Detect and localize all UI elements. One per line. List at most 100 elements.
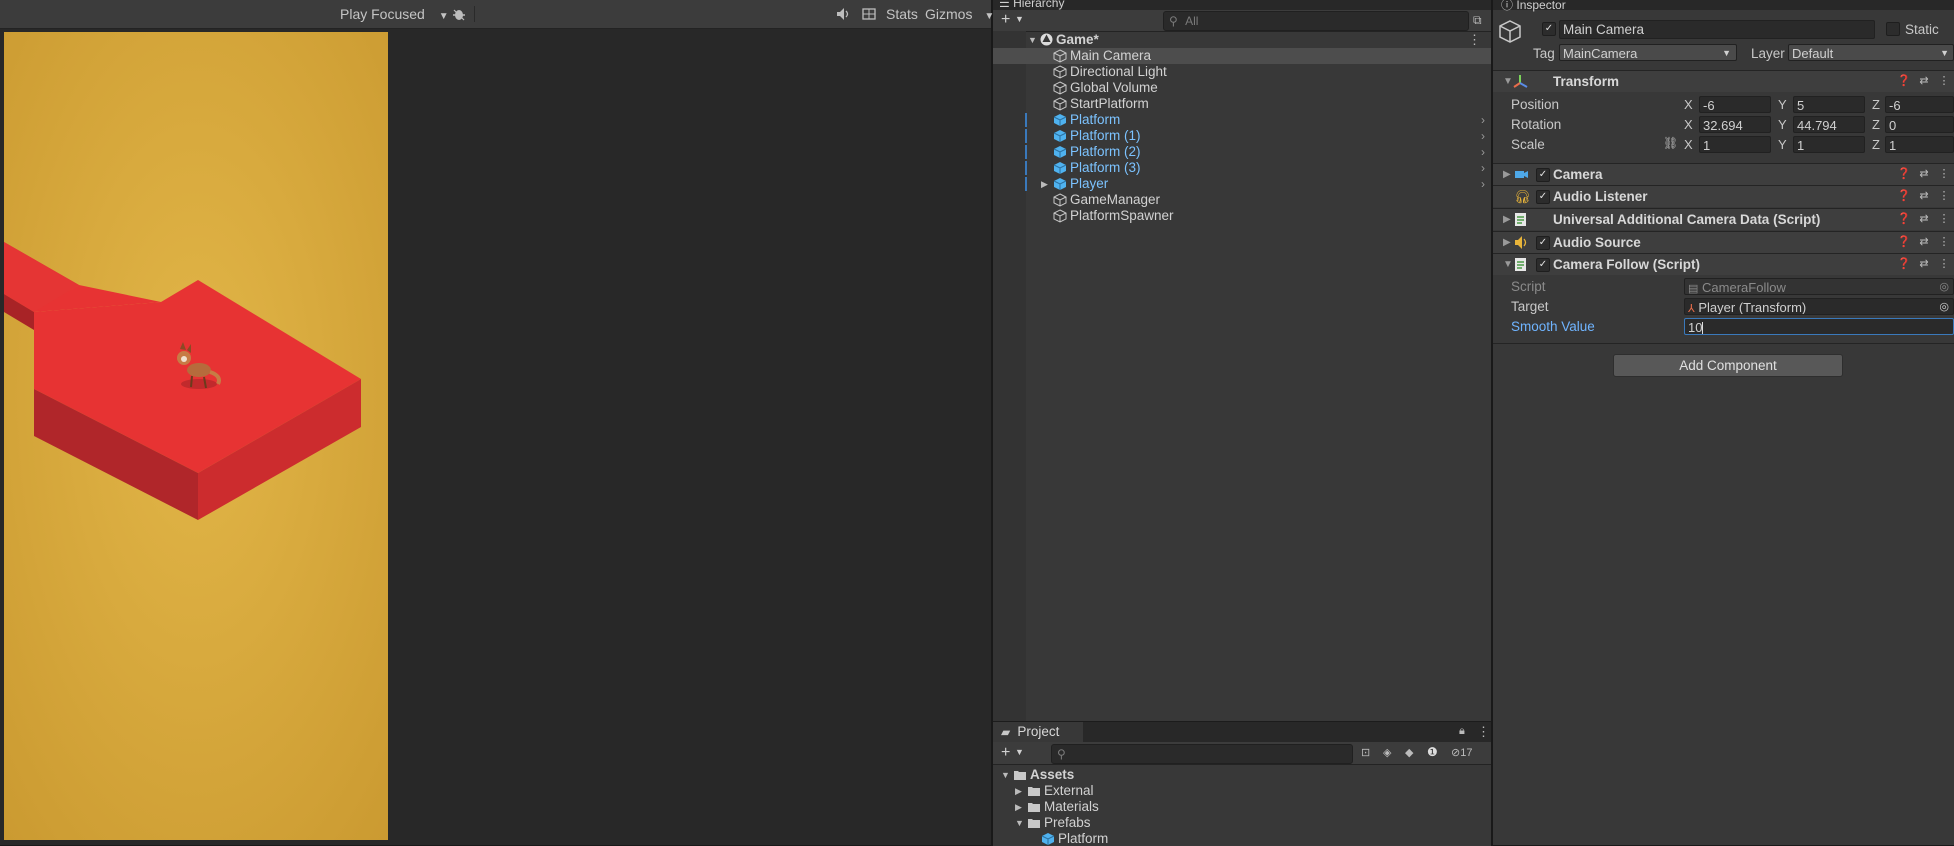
audio-listener-enabled-checkbox[interactable]: ✓ (1536, 190, 1550, 204)
scale-x-field[interactable]: 1 (1699, 136, 1771, 153)
help-icon[interactable]: ❓ (1894, 254, 1914, 275)
add-icon[interactable]: + (1001, 11, 1010, 29)
chevron-right-icon[interactable]: › (1481, 144, 1485, 160)
label-tag-icon[interactable]: ◆ (1405, 746, 1413, 759)
position-x-field[interactable]: -6 (1699, 96, 1771, 113)
rotation-y-field[interactable]: 44.794 (1793, 116, 1865, 133)
collapse-triangle-icon[interactable]: ▼ (1503, 76, 1513, 87)
help-icon[interactable]: ❓ (1894, 232, 1914, 253)
hierarchy-search-input[interactable]: ⚲ All (1163, 11, 1469, 31)
collapse-triangle-icon[interactable]: ▼ (1503, 259, 1513, 270)
hierarchy-item[interactable]: Platform › (993, 112, 1491, 128)
lock-icon[interactable]: 🔒︎ (1459, 725, 1465, 738)
static-checkbox[interactable] (1886, 22, 1900, 36)
tag-dropdown[interactable]: MainCamera ▼ (1559, 44, 1737, 61)
active-checkbox[interactable]: ✓ (1542, 22, 1556, 36)
expand-triangle-icon[interactable]: ▶ (1503, 237, 1511, 248)
axis-z-label[interactable]: Z (1872, 116, 1880, 134)
game-view[interactable] (0, 29, 991, 845)
chevron-down-icon[interactable]: ▼ (1015, 14, 1024, 24)
smooth-value-label[interactable]: Smooth Value (1511, 318, 1595, 336)
stats-button[interactable]: Stats (886, 0, 918, 28)
expand-triangle-icon[interactable]: ▶ (1015, 799, 1022, 815)
project-tree-item[interactable]: ▶ External (993, 783, 1491, 799)
grid-icon[interactable] (862, 0, 876, 28)
object-picker-icon[interactable]: ◎ (1939, 299, 1949, 314)
more-options-icon[interactable]: ⋮ (1934, 164, 1954, 185)
help-icon[interactable]: ❓ (1894, 186, 1914, 207)
help-icon[interactable]: ❓ (1894, 209, 1914, 230)
scene-visibility-icon[interactable]: ⧉ (1473, 13, 1482, 28)
collapse-triangle-icon[interactable]: ▼ (1001, 767, 1010, 783)
hierarchy-item[interactable]: Platform (3) › (993, 160, 1491, 176)
filter-type-icon[interactable]: ◈ (1383, 746, 1391, 759)
play-mode-dropdown[interactable]: Play Focused ▼ (340, 0, 449, 28)
more-options-icon[interactable]: ⋮ (1934, 186, 1954, 207)
axis-z-label[interactable]: Z (1872, 96, 1880, 114)
more-options-icon[interactable]: ⋮ (1477, 724, 1490, 740)
axis-x-label[interactable]: X (1684, 116, 1693, 134)
chevron-down-icon[interactable]: ▼ (1015, 747, 1024, 757)
link-icon[interactable]: ⛓ (1663, 136, 1678, 150)
smooth-value-input[interactable]: 10 (1684, 318, 1954, 335)
camera-component-header[interactable]: ▶ ✓ Camera ❓ ⇄ ⋮ (1493, 163, 1954, 185)
hierarchy-item[interactable]: StartPlatform (993, 96, 1491, 112)
chevron-right-icon[interactable]: › (1481, 112, 1485, 128)
alert-icon[interactable]: ❶ (1427, 745, 1438, 759)
hierarchy-item[interactable]: Platform (1) › (993, 128, 1491, 144)
axis-y-label[interactable]: Y (1778, 136, 1787, 154)
axis-y-label[interactable]: Y (1778, 96, 1787, 114)
tab-hierarchy[interactable]: ☰ Hierarchy (999, 0, 1064, 10)
audio-listener-header[interactable]: 🎧︎ ✓ Audio Listener ❓ ⇄ ⋮ (1493, 185, 1954, 207)
expand-triangle-icon[interactable]: ▼ (1028, 32, 1037, 48)
audio-source-enabled-checkbox[interactable]: ✓ (1536, 236, 1550, 250)
hierarchy-item[interactable]: Directional Light (993, 64, 1491, 80)
expand-triangle-icon[interactable]: ▶ (1503, 214, 1511, 225)
scene-row[interactable]: ▼ Game* ⋮ (993, 32, 1491, 48)
layer-dropdown[interactable]: Default ▼ (1788, 44, 1954, 61)
add-component-button[interactable]: Add Component (1613, 354, 1843, 377)
presets-icon[interactable]: ⇄ (1914, 71, 1934, 92)
project-tree-item[interactable]: ▼ Prefabs (993, 815, 1491, 831)
tab-inspector[interactable]: ⓘ Inspector (1501, 0, 1566, 13)
presets-icon[interactable]: ⇄ (1914, 209, 1934, 230)
chevron-right-icon[interactable]: › (1481, 160, 1485, 176)
axis-x-label[interactable]: X (1684, 136, 1693, 154)
more-options-icon[interactable]: ⋮ (1468, 32, 1481, 48)
rotation-x-field[interactable]: 32.694 (1699, 116, 1771, 133)
audio-source-header[interactable]: ▶ ✓ Audio Source ❓ ⇄ ⋮ (1493, 231, 1954, 253)
add-icon[interactable]: + (1001, 744, 1010, 762)
scale-z-field[interactable]: 1 (1885, 136, 1954, 153)
position-z-field[interactable]: -6 (1885, 96, 1954, 113)
chevron-right-icon[interactable]: › (1481, 128, 1485, 144)
presets-icon[interactable]: ⇄ (1914, 164, 1934, 185)
expand-triangle-icon[interactable]: ▶ (1503, 169, 1511, 180)
help-icon[interactable]: ❓ (1894, 71, 1914, 92)
presets-icon[interactable]: ⇄ (1914, 186, 1934, 207)
more-options-icon[interactable]: ⋮ (1934, 232, 1954, 253)
project-tree-item[interactable]: ▼ Assets (993, 767, 1491, 783)
expand-triangle-icon[interactable]: ▶ (1041, 176, 1048, 192)
more-options-icon[interactable]: ⋮ (1934, 71, 1954, 92)
axis-y-label[interactable]: Y (1778, 116, 1787, 134)
more-options-icon[interactable]: ⋮ (1934, 209, 1954, 230)
scale-y-field[interactable]: 1 (1793, 136, 1865, 153)
camera-follow-enabled-checkbox[interactable]: ✓ (1536, 258, 1550, 272)
project-search-input[interactable]: ⚲ (1051, 744, 1353, 764)
presets-icon[interactable]: ⇄ (1914, 232, 1934, 253)
hierarchy-item[interactable]: PlatformSpawner (993, 208, 1491, 224)
project-tree-item[interactable]: ▶ Materials (993, 799, 1491, 815)
cube-icon[interactable] (1497, 18, 1523, 48)
object-name-field[interactable]: Main Camera (1559, 20, 1875, 39)
presets-icon[interactable]: ⇄ (1914, 254, 1934, 275)
hierarchy-item[interactable]: Main Camera (993, 48, 1491, 64)
axis-z-label[interactable]: Z (1872, 136, 1880, 154)
hierarchy-item[interactable]: Platform (2) › (993, 144, 1491, 160)
position-y-field[interactable]: 5 (1793, 96, 1865, 113)
search-scope-icon[interactable]: ⊡ (1361, 746, 1370, 759)
hierarchy-item[interactable]: GameManager (993, 192, 1491, 208)
urp-camera-data-header[interactable]: ▶ Universal Additional Camera Data (Scri… (1493, 208, 1954, 230)
expand-triangle-icon[interactable]: ▶ (1015, 783, 1022, 799)
target-field[interactable]: ⅄ Player (Transform) ◎ (1684, 298, 1954, 315)
help-icon[interactable]: ❓ (1894, 164, 1914, 185)
